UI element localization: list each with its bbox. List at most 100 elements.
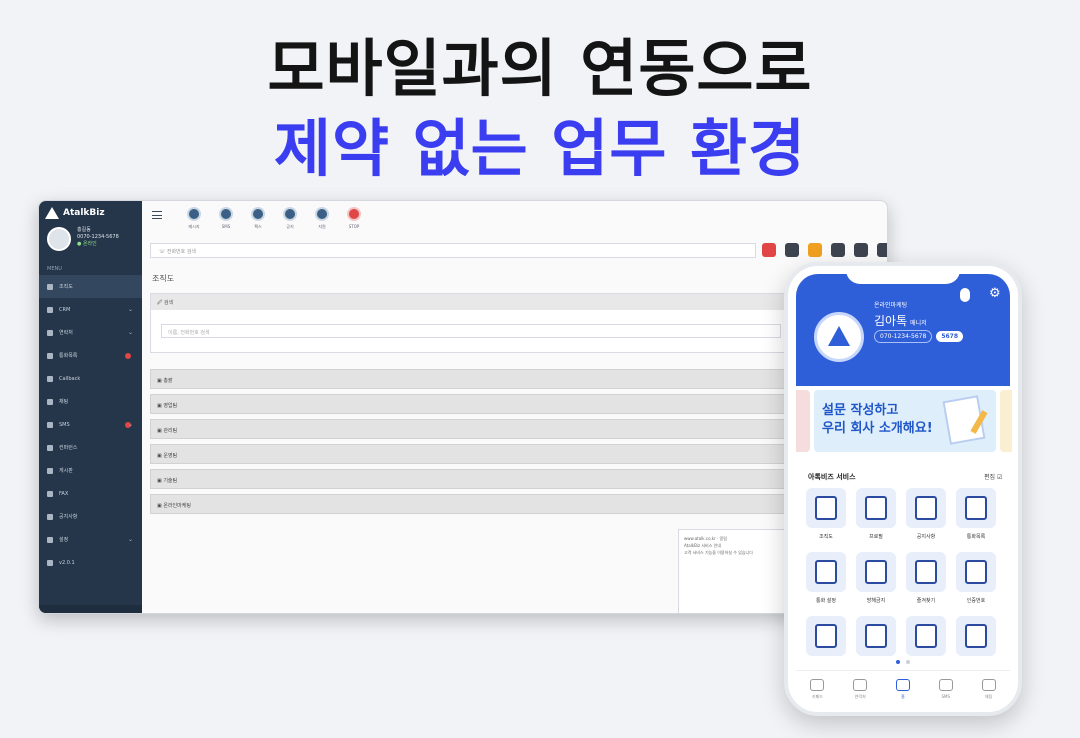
sidebar-item[interactable]: 연락처 ⌄ — [39, 321, 142, 344]
notification-popup[interactable]: www.atalk.co.kr · 알림 AtalkBiz 서비스 안내 고객 … — [678, 529, 798, 613]
bottom-nav-item[interactable]: 키패드 — [802, 671, 832, 706]
org-group-row[interactable]: ▣ 운영팀 — [150, 444, 790, 464]
contact-icon — [47, 329, 53, 336]
org-group-row[interactable]: ▣ 온라인마케팅 — [150, 494, 790, 514]
service-tile[interactable]: 인증번호 — [956, 552, 996, 604]
nav-icon — [853, 679, 868, 691]
sidebar-item[interactable]: 컨퍼런스 — [39, 436, 142, 459]
toolbar-button[interactable]: STOP — [346, 207, 362, 230]
bottom-nav: 키패드 연락처 홈 SMS 채팅 — [796, 670, 1010, 706]
nav-icon — [810, 679, 825, 691]
sidebar-item-label: v2.0.1 — [59, 559, 75, 566]
sidebar-item[interactable]: 조직도 — [39, 275, 142, 298]
microphone-icon[interactable] — [960, 288, 970, 302]
tool-icon — [315, 207, 329, 221]
org-group-row[interactable]: ▣ 관리팀 — [150, 419, 790, 439]
service-tile[interactable] — [956, 616, 996, 661]
service-tile[interactable] — [806, 616, 846, 661]
service-tile[interactable]: 프로필 — [856, 488, 896, 540]
callback-icon — [47, 375, 53, 382]
sidebar-item[interactable]: 게시판 — [39, 459, 142, 482]
service-tile[interactable]: 방해금지 — [856, 552, 896, 604]
sidebar-item[interactable]: 공지사항 — [39, 505, 142, 528]
org-icon — [47, 283, 53, 290]
sidebar-item[interactable]: 설정 ⌄ — [39, 528, 142, 551]
org-group-row[interactable]: ▣ 총괄 — [150, 369, 790, 389]
menu-title: MENU — [47, 266, 62, 272]
org-group-row[interactable]: ▣ 기술팀 — [150, 469, 790, 489]
sidebar-item-label: 조직도 — [59, 284, 73, 290]
toolbar-button[interactable]: 공지 — [282, 207, 298, 230]
logo-text: AtalkBiz — [63, 208, 105, 218]
sidebar-item-label: 컨퍼런스 — [59, 445, 78, 451]
sidebar-item[interactable]: FAX — [39, 482, 142, 505]
phone-extension: 5678 — [936, 331, 964, 342]
bottom-nav-item[interactable]: 연락처 — [845, 671, 875, 706]
service-icon — [956, 616, 996, 656]
sidebar-item-label: 통화목록 — [59, 353, 78, 359]
hamburger-menu-icon[interactable] — [152, 211, 162, 219]
toolbar-button[interactable]: 메시지 — [186, 207, 202, 230]
bottom-nav-item[interactable]: 홈 — [888, 671, 918, 706]
phone-search-input[interactable]: ☏ 전화번호 검색 — [150, 243, 756, 258]
sidebar-item-label: Callback — [59, 375, 81, 382]
call-icon[interactable] — [762, 243, 776, 257]
promo-banner[interactable]: 설문 작성하고 우리 회사 소개해요! — [814, 390, 996, 452]
chevron-down-icon: ⌄ — [128, 421, 134, 428]
nav-icon — [895, 679, 910, 691]
banner-prev-peek — [796, 390, 810, 452]
phone-notch — [846, 266, 960, 284]
sidebar-item-label: 설정 — [59, 537, 69, 543]
service-tile[interactable]: 조직도 — [806, 488, 846, 540]
sidebar-item[interactable]: v2.0.1 — [39, 551, 142, 574]
conference-icon — [47, 444, 53, 451]
bottom-nav-item[interactable]: SMS — [931, 671, 961, 706]
logo-icon — [45, 207, 59, 219]
sidebar-item[interactable]: Callback — [39, 367, 142, 390]
monitor-icon[interactable] — [831, 243, 845, 257]
sidebar-item[interactable]: 채팅 — [39, 390, 142, 413]
toolbar: 메시지 SMS 팩스 공지 지원 STOP — [186, 207, 362, 230]
service-tile[interactable]: 공지사항 — [906, 488, 946, 540]
sidebar-item-label: CRM — [59, 306, 71, 313]
keypad-icon[interactable] — [785, 243, 799, 257]
gear-icon[interactable]: ⚙ — [989, 286, 1001, 301]
crm-icon — [47, 306, 53, 313]
toolbar-button[interactable]: 팩스 — [250, 207, 266, 230]
sidebar-item[interactable]: SMS ⌄ — [39, 413, 142, 436]
toolbar-button[interactable]: SMS — [218, 207, 234, 230]
service-icon — [906, 616, 946, 656]
service-icon — [906, 552, 946, 592]
phone-user-name: 김아톡 매니저 — [874, 314, 927, 328]
alert-icon[interactable] — [808, 243, 822, 257]
service-icon — [806, 616, 846, 656]
service-tile[interactable]: 즐겨찾기 — [906, 552, 946, 604]
service-tile[interactable]: 통화목록 — [956, 488, 996, 540]
tool-icon — [187, 207, 201, 221]
sidebar-item[interactable]: CRM ⌄ — [39, 298, 142, 321]
name-search-input[interactable]: 이름, 전화번호 검색 — [161, 324, 781, 338]
org-group-row[interactable]: ▣ 영업팀 — [150, 394, 790, 414]
user-profile[interactable]: 홍길동 0070-1234-5678 ● 온라인 — [47, 227, 119, 251]
service-tile[interactable]: 통화 설정 — [806, 552, 846, 604]
page-title: 조직도 — [152, 274, 175, 283]
sidebar-item-label: 채팅 — [59, 399, 69, 405]
quick-actions — [762, 243, 887, 257]
record-icon[interactable] — [854, 243, 868, 257]
service-icon — [856, 616, 896, 656]
profile-status: ● 온라인 — [77, 241, 97, 247]
service-tile[interactable] — [906, 616, 946, 661]
sidebar-item-label: 연락처 — [59, 330, 73, 336]
chevron-down-icon: ⌄ — [128, 306, 134, 313]
app-logo: AtalkBiz — [45, 207, 105, 219]
phone-profile-header: ⚙ 온라인마케팅 김아톡 매니저 070-1234-5678 5678 — [796, 274, 1010, 386]
notification-badge — [125, 352, 131, 359]
service-icon — [856, 552, 896, 592]
window-icon[interactable] — [877, 243, 887, 257]
bottom-nav-item[interactable]: 채팅 — [974, 671, 1004, 706]
phone-number: 070-1234-5678 — [874, 330, 933, 343]
service-tile[interactable] — [856, 616, 896, 661]
toolbar-button[interactable]: 지원 — [314, 207, 330, 230]
edit-button[interactable]: 편집 ☑ — [984, 472, 1002, 481]
sidebar-item[interactable]: 통화목록 — [39, 344, 142, 367]
